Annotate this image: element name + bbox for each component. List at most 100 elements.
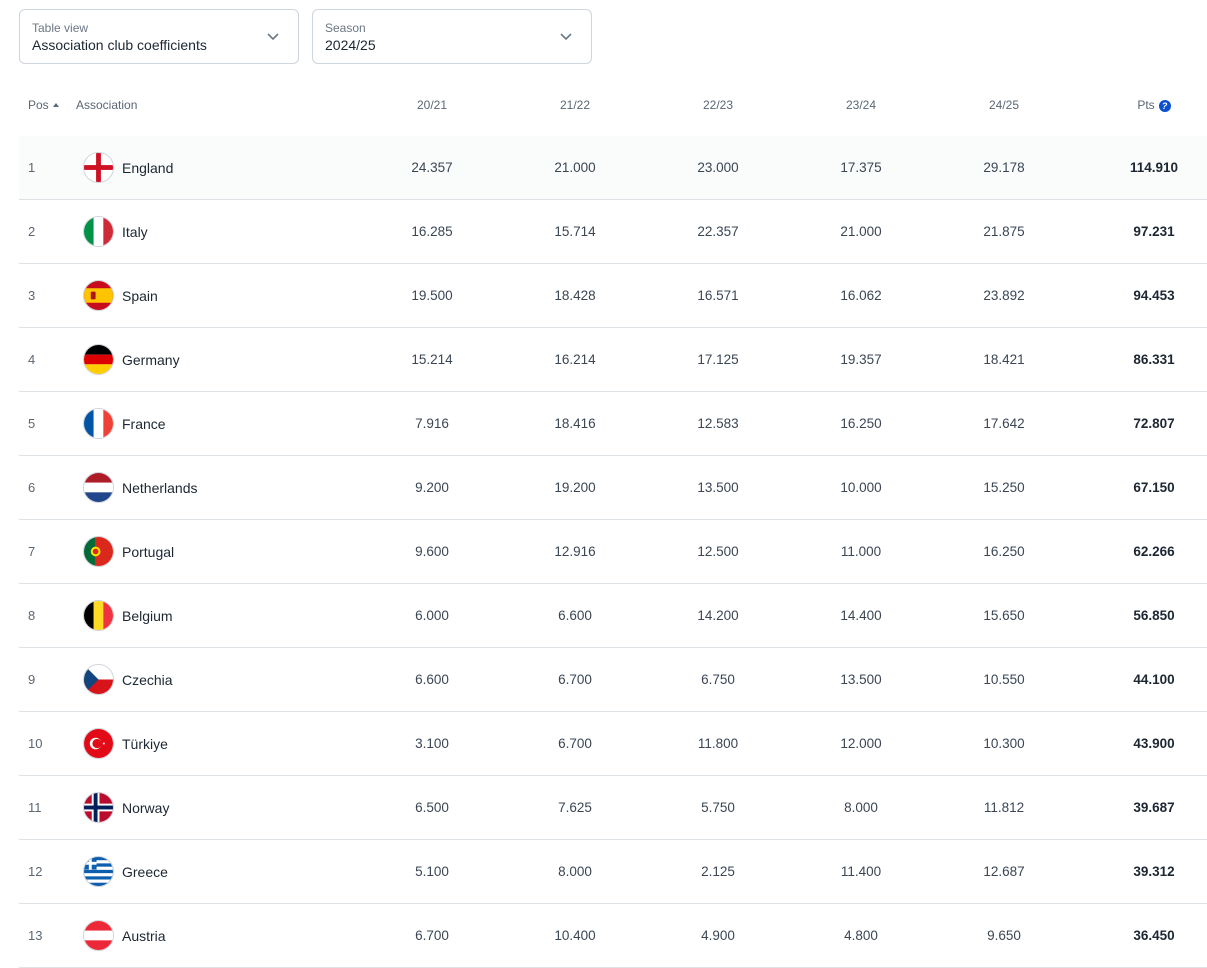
season-value: 10.300 bbox=[983, 736, 1025, 751]
table-row[interactable]: 13 Austria 6.700 10.400 4.900 4.800 9.650 36.45… bbox=[19, 904, 1207, 968]
season-value: 12.687 bbox=[983, 864, 1025, 879]
total-points: 72.807 bbox=[1133, 416, 1175, 431]
season-value: 29.178 bbox=[983, 160, 1025, 175]
season-value: 10.400 bbox=[554, 928, 596, 943]
season-2021-header: 20/21 bbox=[416, 98, 448, 112]
row-position: 13 bbox=[28, 928, 43, 943]
table-row[interactable]: 4 Germany 15.214 16.214 17.125 19.357 18.421 86… bbox=[19, 328, 1207, 392]
table-row[interactable]: 2 Italy 16.285 15.714 22.357 21.000 21.875 97.2… bbox=[19, 200, 1207, 264]
association-name[interactable]: France bbox=[122, 416, 166, 432]
season-value: 16.214 bbox=[554, 352, 596, 367]
row-position: 9 bbox=[28, 672, 36, 687]
table-row[interactable]: 3 Spain 19.500 18.428 16.571 16.062 23.892 94.4… bbox=[19, 264, 1207, 328]
table-row[interactable]: 11 Norway 6.500 7.625 5.750 8.000 11.812 39.687 bbox=[19, 776, 1207, 840]
association-name[interactable]: Czechia bbox=[122, 672, 173, 688]
table-header: Pos Association 20/21 21/22 22/23 23/24 … bbox=[19, 92, 1207, 118]
season-value: 21.875 bbox=[983, 224, 1025, 239]
season-value: 16.250 bbox=[840, 416, 882, 431]
season-value: 6.500 bbox=[415, 800, 449, 815]
chevron-down-icon bbox=[267, 33, 279, 41]
england-flag-icon bbox=[83, 152, 114, 183]
season-value: 10.000 bbox=[840, 480, 882, 495]
turkiye-flag-icon bbox=[83, 728, 114, 759]
association-name[interactable]: Spain bbox=[122, 288, 158, 304]
table-row[interactable]: 9 Czechia 6.600 6.700 6.750 13.500 10.550 44.10… bbox=[19, 648, 1207, 712]
association-name[interactable]: England bbox=[122, 160, 173, 176]
pos-column-header[interactable]: Pos bbox=[28, 98, 59, 112]
association-column-header: Association bbox=[76, 98, 138, 112]
sort-ascending-icon bbox=[52, 103, 59, 107]
table-row[interactable]: 7 Portugal 9.600 12.916 12.500 11.000 16.250 62… bbox=[19, 520, 1207, 584]
season-value: 15.250 bbox=[983, 480, 1025, 495]
season-value: 24.357 bbox=[411, 160, 453, 175]
season-value: 16.062 bbox=[840, 288, 882, 303]
total-points: 44.100 bbox=[1133, 672, 1175, 687]
netherlands-flag-icon bbox=[83, 472, 114, 503]
table-row[interactable]: 10 Türkiye 3.100 6.700 11.800 12.000 10.300 43.… bbox=[19, 712, 1207, 776]
season-value: 16.250 bbox=[983, 544, 1025, 559]
table-row[interactable]: 1 England 24.357 21.000 23.000 17.375 29.178 11… bbox=[19, 136, 1207, 200]
season-value: 17.375 bbox=[840, 160, 882, 175]
portugal-flag-icon bbox=[83, 536, 114, 567]
season-value: 8.000 bbox=[558, 864, 592, 879]
association-name[interactable]: Italy bbox=[122, 224, 148, 240]
total-points: 114.910 bbox=[1129, 160, 1179, 175]
season-value: 6.750 bbox=[701, 672, 735, 687]
row-position: 8 bbox=[28, 608, 36, 623]
season-value: 6.600 bbox=[415, 672, 449, 687]
season-value: 15.714 bbox=[554, 224, 596, 239]
season-value: 23.000 bbox=[697, 160, 739, 175]
season-value: 11.812 bbox=[983, 800, 1025, 815]
season-2324-header: 23/24 bbox=[845, 98, 877, 112]
association-name[interactable]: Germany bbox=[122, 352, 180, 368]
season-value: 14.200 bbox=[697, 608, 739, 623]
season-value: 18.421 bbox=[983, 352, 1025, 367]
season-2223-header: 22/23 bbox=[702, 98, 734, 112]
season-value: 5.100 bbox=[415, 864, 449, 879]
table-row[interactable]: 12 Greece 5.100 8.000 2.125 11.400 12.687 39.31… bbox=[19, 840, 1207, 904]
season-value: 9.600 bbox=[415, 544, 449, 559]
germany-flag-icon bbox=[83, 344, 114, 375]
total-points: 43.900 bbox=[1133, 736, 1175, 751]
table-view-select[interactable]: Table view Association club coefficients bbox=[19, 9, 299, 64]
season-value: 13.500 bbox=[840, 672, 882, 687]
season-value: 12.500 bbox=[697, 544, 739, 559]
season-value: 5.750 bbox=[701, 800, 735, 815]
table-row[interactable]: 8 Belgium 6.000 6.600 14.200 14.400 15.650 56.8… bbox=[19, 584, 1207, 648]
association-name[interactable]: Türkiye bbox=[122, 736, 168, 752]
total-points: 86.331 bbox=[1133, 352, 1175, 367]
season-value: 21.000 bbox=[554, 160, 596, 175]
row-position: 2 bbox=[28, 224, 36, 239]
season-2425-header: 24/25 bbox=[988, 98, 1020, 112]
total-points: 62.266 bbox=[1133, 544, 1175, 559]
season-value: 18.416 bbox=[554, 416, 596, 431]
season-value: 17.642 bbox=[983, 416, 1025, 431]
table-row[interactable]: 5 France 7.916 18.416 12.583 16.250 17.642 72.8… bbox=[19, 392, 1207, 456]
season-label: Season bbox=[325, 21, 366, 35]
season-value: 12.583 bbox=[697, 416, 739, 431]
season-value: 6.700 bbox=[558, 672, 592, 687]
association-name[interactable]: Belgium bbox=[122, 608, 173, 624]
total-points: 39.687 bbox=[1133, 800, 1175, 815]
association-name[interactable]: Netherlands bbox=[122, 480, 198, 496]
season-value: 14.400 bbox=[840, 608, 882, 623]
spain-flag-icon bbox=[83, 280, 114, 311]
season-value: 12.916 bbox=[554, 544, 596, 559]
row-position: 10 bbox=[28, 736, 43, 751]
row-position: 1 bbox=[28, 160, 36, 175]
association-name[interactable]: Norway bbox=[122, 800, 169, 816]
season-value: 19.500 bbox=[411, 288, 453, 303]
table-view-value: Association club coefficients bbox=[32, 37, 207, 53]
help-icon[interactable]: ? bbox=[1158, 100, 1171, 112]
total-points: 56.850 bbox=[1133, 608, 1175, 623]
season-select[interactable]: Season 2024/25 bbox=[312, 9, 592, 64]
austria-flag-icon bbox=[83, 920, 114, 951]
association-name[interactable]: Greece bbox=[122, 864, 168, 880]
season-value: 6.700 bbox=[558, 736, 592, 751]
association-name[interactable]: Portugal bbox=[122, 544, 174, 560]
total-points: 97.231 bbox=[1133, 224, 1175, 239]
norway-flag-icon bbox=[83, 792, 114, 823]
association-name[interactable]: Austria bbox=[122, 928, 166, 944]
table-row[interactable]: 6 Netherlands 9.200 19.200 13.500 10.000 15.25… bbox=[19, 456, 1207, 520]
pos-header-label: Pos bbox=[28, 98, 49, 112]
